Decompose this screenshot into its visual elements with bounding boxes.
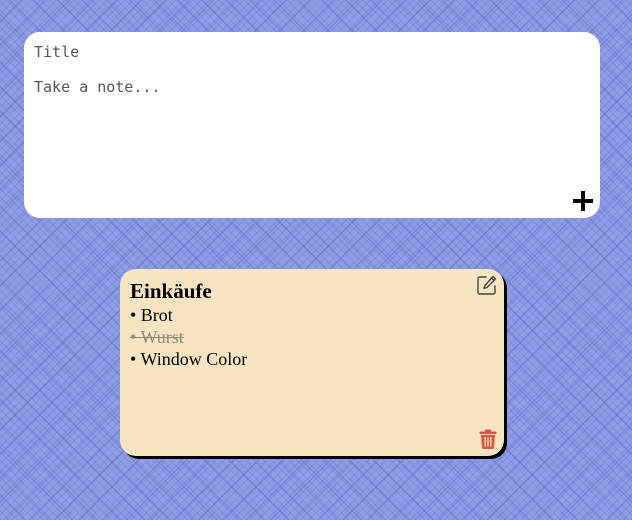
title-input[interactable]	[34, 42, 574, 62]
note-item-brot[interactable]: • Brot	[130, 304, 494, 326]
note-item-wurst[interactable]: • Wurst	[130, 326, 494, 348]
plus-icon	[573, 191, 593, 211]
note-card: Einkäufe • Brot • Wurst • Window Color	[120, 269, 504, 456]
edit-note-button[interactable]	[476, 274, 498, 296]
note-checklist: • Brot • Wurst • Window Color	[130, 304, 494, 370]
note-body-input[interactable]	[34, 78, 574, 188]
note-item-window-color[interactable]: • Window Color	[130, 348, 494, 370]
trash-icon	[479, 429, 497, 449]
delete-note-button[interactable]	[479, 429, 497, 449]
note-composer	[24, 32, 600, 218]
edit-icon	[477, 275, 497, 295]
note-title: Einkäufe	[130, 279, 212, 303]
add-note-button[interactable]	[570, 188, 596, 214]
